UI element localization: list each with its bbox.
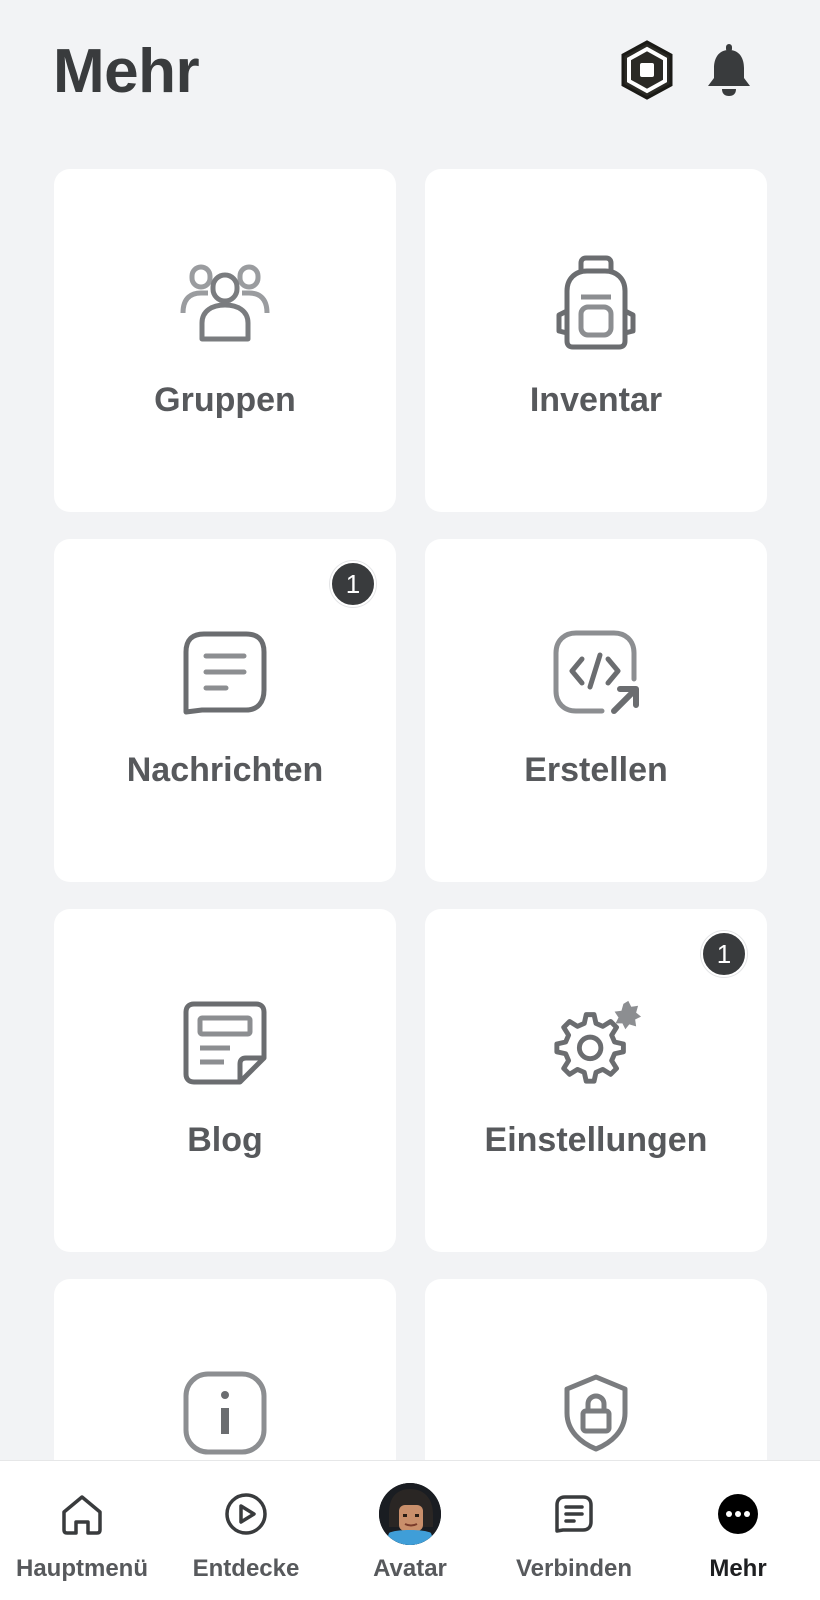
tile-settings[interactable]: 1 Einstellungen: [425, 909, 767, 1252]
nav-avatar[interactable]: Avatar: [328, 1461, 492, 1600]
shield-lock-icon: [550, 1367, 642, 1459]
tile-label: Nachrichten: [126, 751, 324, 789]
robux-icon[interactable]: [618, 40, 676, 100]
tile-label: Einstellungen: [484, 1121, 708, 1159]
tile-blog[interactable]: Blog: [54, 909, 396, 1252]
info-icon: [179, 1367, 271, 1459]
tile-inventory[interactable]: Inventar: [425, 169, 767, 512]
nav-more[interactable]: Mehr: [656, 1461, 820, 1600]
play-circle-icon: [215, 1483, 277, 1545]
more-menu-grid: Gruppen Inventar 1 Nachrichten Erstellen…: [54, 169, 767, 1600]
header: Mehr: [0, 0, 820, 150]
bottom-navigation: Hauptmenü Entdecke Avatar Verbinden Mehr: [0, 1460, 820, 1600]
nav-label: Mehr: [709, 1555, 767, 1582]
nav-home[interactable]: Hauptmenü: [0, 1461, 164, 1600]
tile-label: Erstellen: [524, 751, 668, 789]
tile-label: Blog: [187, 1121, 263, 1159]
tile-label: Gruppen: [154, 381, 296, 419]
chat-icon: [543, 1483, 605, 1545]
nav-label: Verbinden: [515, 1555, 633, 1582]
settings-gear-icon: [550, 997, 642, 1089]
avatar: [379, 1483, 441, 1545]
nav-label: Avatar: [373, 1555, 447, 1582]
nav-discover[interactable]: Entdecke: [164, 1461, 328, 1600]
avatar-container: [379, 1483, 441, 1545]
tile-groups[interactable]: Gruppen: [54, 169, 396, 512]
bell-icon[interactable]: [700, 40, 758, 100]
more-dots-icon: [707, 1483, 769, 1545]
message-icon: [179, 627, 271, 719]
tile-messages[interactable]: 1 Nachrichten: [54, 539, 396, 882]
groups-icon: [179, 257, 271, 349]
nav-label: Hauptmenü: [16, 1555, 148, 1582]
backpack-icon: [550, 255, 642, 350]
home-icon: [51, 1483, 113, 1545]
tile-label: Inventar: [529, 381, 663, 419]
notification-badge: 1: [701, 931, 747, 977]
nav-label: Entdecke: [192, 1555, 300, 1582]
nav-connect[interactable]: Verbinden: [492, 1461, 656, 1600]
code-create-icon: [550, 627, 642, 719]
page-title: Mehr: [53, 37, 200, 106]
notification-badge: 1: [330, 561, 376, 607]
tile-create[interactable]: Erstellen: [425, 539, 767, 882]
blog-icon: [179, 997, 271, 1089]
